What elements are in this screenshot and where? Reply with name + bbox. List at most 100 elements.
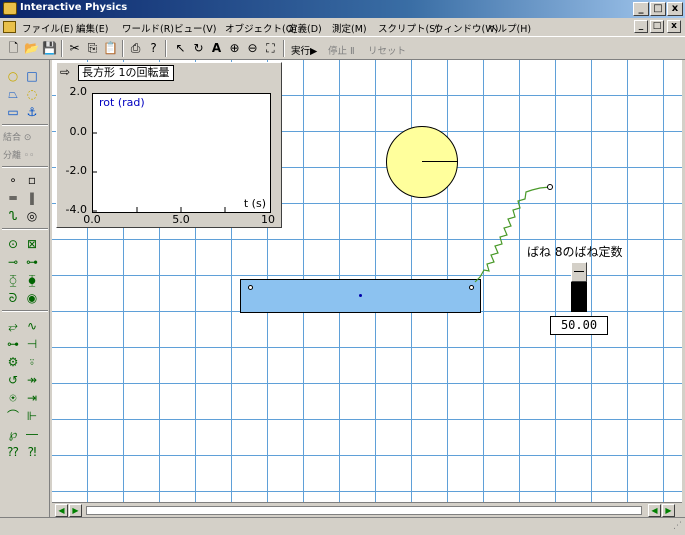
rotational-spring-icon[interactable]: ⍤ xyxy=(24,354,40,370)
toolbar-separator xyxy=(283,40,285,57)
point-element-icon[interactable]: ∘ xyxy=(5,172,21,188)
scroll-left-button[interactable]: ◀ xyxy=(55,504,68,517)
wall-tool-icon[interactable]: ▭ xyxy=(5,104,21,120)
scroll-track[interactable] xyxy=(86,506,642,515)
spring-element[interactable] xyxy=(470,180,560,290)
menu-file[interactable]: ファイル(E) xyxy=(22,21,73,35)
rectangle-tool-icon[interactable]: □ xyxy=(24,68,40,84)
curved-slot-icon[interactable]: ᔐ xyxy=(5,208,21,224)
rod-icon[interactable]: ⥂ xyxy=(5,318,21,334)
anchor-tool-icon[interactable]: ⚓ xyxy=(24,104,40,120)
scroll-right-button[interactable]: ▶ xyxy=(69,504,82,517)
polygon-tool-icon[interactable]: ⏢ xyxy=(5,86,21,102)
menu-script[interactable]: スクリプト(S) xyxy=(378,21,439,35)
toolbar-separator xyxy=(165,40,167,57)
document-icon[interactable] xyxy=(3,21,16,33)
keyed-slot-joint-icon[interactable]: ⊶ xyxy=(24,254,40,270)
doc-close-button[interactable]: x xyxy=(667,20,681,33)
separator-joint-icon[interactable]: ⊩ xyxy=(24,408,40,424)
spring-anchor-point[interactable] xyxy=(547,184,553,190)
horizontal-slot-joint-icon[interactable]: ⊸ xyxy=(5,254,21,270)
minimize-button[interactable]: _ xyxy=(633,2,649,16)
vertical-slot-icon[interactable]: ‖ xyxy=(24,190,40,206)
motor-icon[interactable]: ↺ xyxy=(5,372,21,388)
force-icon[interactable]: ⍟ xyxy=(5,390,21,406)
horizontal-slot-icon[interactable]: ═ xyxy=(5,190,21,206)
circle-tool-icon[interactable]: ○ xyxy=(5,68,21,84)
text-tool-icon[interactable]: A xyxy=(208,40,225,57)
x-tick-label: 5.0 xyxy=(172,213,190,226)
menu-world[interactable]: ワールド(R) xyxy=(122,21,174,35)
close-button[interactable]: x xyxy=(667,2,683,16)
save-icon[interactable]: 💾 xyxy=(41,40,58,57)
plot-grid xyxy=(93,132,226,212)
stop-button[interactable]: 停止 Ⅱ xyxy=(328,43,355,57)
closed-slot-icon[interactable]: ◎ xyxy=(24,208,40,224)
linear-actuator-icon[interactable]: ⇥ xyxy=(24,390,40,406)
pulley-icon[interactable]: ℘ xyxy=(5,426,21,442)
status-bar: ⋰ xyxy=(0,517,685,535)
scroll-end-left-button[interactable]: ◀ xyxy=(648,504,661,517)
curved-body-tool-icon[interactable]: ◌ xyxy=(24,86,40,102)
scroll-end-right-button[interactable]: ▶ xyxy=(662,504,675,517)
menu-help[interactable]: ヘルプ(H) xyxy=(488,21,531,35)
doc-minimize-button[interactable]: _ xyxy=(634,20,648,33)
actuator-icon[interactable]: ↠ xyxy=(24,372,40,388)
pin-joint-icon[interactable]: ⊙ xyxy=(5,236,21,252)
help-icon[interactable]: ? xyxy=(145,40,162,57)
palette-separator xyxy=(2,228,48,230)
linear-line-icon[interactable]: ― xyxy=(24,426,40,442)
closed-slot-joint-icon[interactable]: ◉ xyxy=(24,290,40,306)
graph-meter[interactable]: ⇨ 長方形 1の回転量 2.0 0.0 -2.0 -4.0 rot (rad) … xyxy=(56,62,282,228)
title-bar: Interactive Physics _ □ x xyxy=(0,0,685,18)
zoom-fit-icon[interactable]: ⛶ xyxy=(262,40,279,57)
doc-restore-button[interactable]: □ xyxy=(650,20,664,33)
rigid-joint-icon[interactable]: ⊠ xyxy=(24,236,40,252)
open-folder-icon[interactable]: 📂 xyxy=(23,40,40,57)
zoom-in-icon[interactable]: ⊕ xyxy=(226,40,243,57)
damper-icon[interactable]: ⊣ xyxy=(24,336,40,352)
keyed-vertical-joint-icon[interactable]: ⧳ xyxy=(24,272,40,288)
menu-object[interactable]: オブジェクト(O) xyxy=(225,21,297,35)
spring-icon[interactable]: ∿ xyxy=(24,318,40,334)
custom-force-icon[interactable]: ⁇ xyxy=(5,444,21,460)
center-of-mass-marker xyxy=(359,294,362,297)
print-icon[interactable]: ⎙ xyxy=(127,40,144,57)
menu-measure[interactable]: 測定(M) xyxy=(332,21,367,35)
rotate-icon[interactable]: ↻ xyxy=(190,40,207,57)
cut-icon[interactable]: ✂ xyxy=(66,40,83,57)
copy-icon[interactable]: ⎘ xyxy=(84,40,101,57)
split-button[interactable]: 分離 ◦◦ xyxy=(3,148,34,161)
zoom-out-icon[interactable]: ⊖ xyxy=(244,40,261,57)
graph-title[interactable]: 長方形 1の回転量 xyxy=(78,65,174,81)
menu-edit[interactable]: 編集(E) xyxy=(76,21,108,35)
vertical-slot-joint-icon[interactable]: ⧲ xyxy=(5,272,21,288)
gear-icon[interactable]: ⚙ xyxy=(5,354,21,370)
square-point-icon[interactable]: ▫ xyxy=(24,172,40,188)
palette-separator xyxy=(2,310,48,312)
torque-icon[interactable]: ⌒ xyxy=(5,408,21,424)
paste-icon[interactable]: 📋 xyxy=(102,40,119,57)
meter-type-arrow-icon[interactable]: ⇨ xyxy=(60,65,70,79)
pointer-arrow-icon[interactable]: ↖ xyxy=(172,40,189,57)
rope-icon[interactable]: ⊶ xyxy=(5,336,21,352)
x-tick-label: 10 xyxy=(261,213,275,226)
menu-define[interactable]: 定義(D) xyxy=(288,21,322,35)
horizontal-scrollbar[interactable]: ◀ ▶ ◀ ▶ xyxy=(52,502,682,517)
custom-torque-icon[interactable]: ⁈ xyxy=(24,444,40,460)
app-icon xyxy=(3,2,17,15)
new-file-icon[interactable]: 🗋 xyxy=(5,40,22,57)
left-pin[interactable] xyxy=(248,285,253,290)
reset-button[interactable]: リセット xyxy=(368,43,406,57)
curved-slot-joint-icon[interactable]: ᘐ xyxy=(5,290,21,306)
menu-view[interactable]: ビュー(V) xyxy=(174,21,216,35)
run-button[interactable]: 実行▶ xyxy=(291,43,317,57)
y-tick-label: 2.0 xyxy=(69,85,88,98)
palette-separator xyxy=(2,166,48,168)
slider-value-field[interactable]: 50.00 xyxy=(550,316,608,335)
maximize-button[interactable]: □ xyxy=(650,2,666,16)
circle-body[interactable] xyxy=(386,126,458,198)
resize-grip-icon[interactable]: ⋰ xyxy=(673,521,682,531)
join-button[interactable]: 結合 ⊙ xyxy=(3,130,31,143)
slider-thumb[interactable] xyxy=(571,262,587,282)
